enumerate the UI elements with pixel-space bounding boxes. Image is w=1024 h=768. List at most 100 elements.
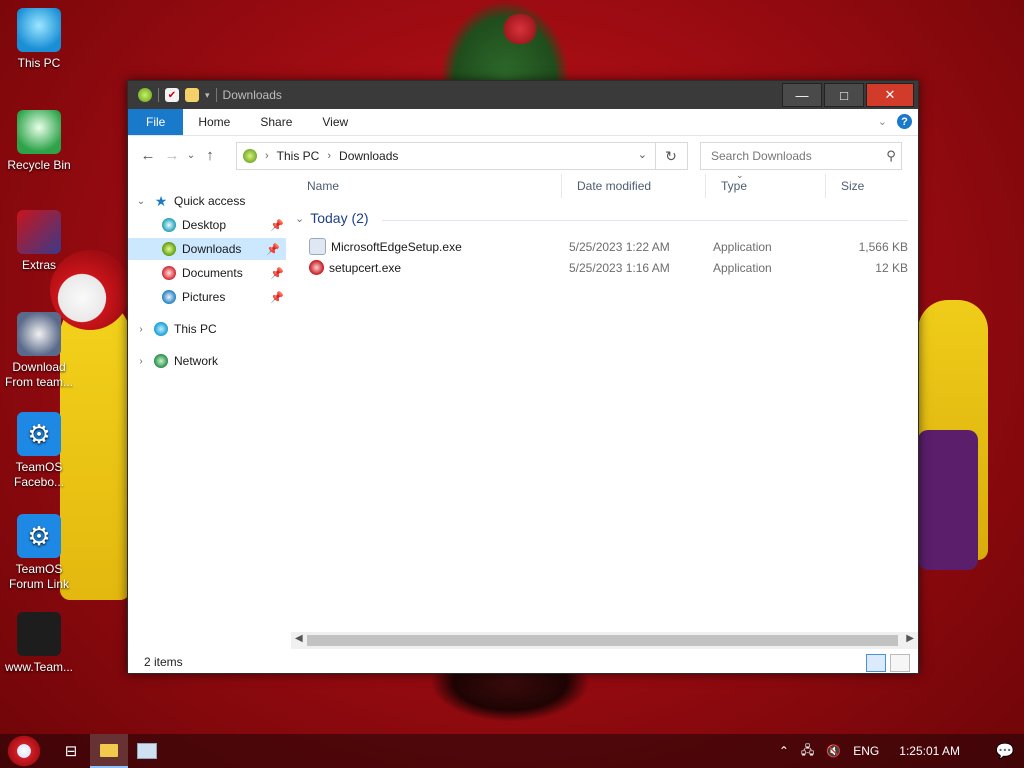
- desktop-icon-label: This PC: [17, 56, 61, 70]
- gear-icon: ⚙: [17, 514, 61, 558]
- desktop-icon-teamos-forum-link[interactable]: ⚙ TeamOS Forum Link: [4, 514, 74, 592]
- file-size: 1,566 KB: [858, 239, 908, 254]
- chevron-right-icon[interactable]: ›: [265, 150, 269, 162]
- start-button[interactable]: [7, 735, 41, 767]
- pin-icon[interactable]: 📌: [270, 219, 284, 232]
- desktop-icon-www-team[interactable]: www.Team...: [4, 612, 74, 675]
- column-header-size[interactable]: Size: [825, 174, 901, 198]
- scroll-left-icon[interactable]: ◀: [295, 633, 303, 644]
- details-view-icon[interactable]: [866, 654, 886, 672]
- column-header-name[interactable]: Name: [291, 174, 562, 198]
- recycle-bin-icon: [17, 110, 61, 154]
- tab-home[interactable]: Home: [183, 109, 245, 135]
- chevron-right-icon[interactable]: ›: [327, 150, 331, 162]
- close-button[interactable]: ✕: [866, 83, 914, 107]
- nav-label: Pictures: [182, 290, 226, 304]
- forward-arrow-icon[interactable]: →: [160, 147, 184, 164]
- group-header-today[interactable]: ⌄ Today (2): [295, 210, 369, 226]
- recent-locations-chevron-icon[interactable]: ⌄: [184, 150, 198, 161]
- breadcrumb-downloads[interactable]: Downloads: [339, 149, 398, 163]
- search-icon[interactable]: ⚲: [881, 148, 901, 164]
- chevron-down-icon[interactable]: ▾: [205, 90, 210, 101]
- file-row-setupcert[interactable]: setupcert.exe 5/25/2023 1:16 AM Applicat…: [305, 257, 908, 278]
- nav-network[interactable]: › Network: [128, 350, 290, 372]
- large-icons-view-icon[interactable]: [890, 654, 910, 672]
- explorer-body: ⌄ ★ Quick access Desktop 📌 Downloads 📌 D…: [128, 170, 918, 651]
- help-icon[interactable]: ?: [897, 114, 912, 129]
- application-file-icon: [309, 260, 324, 275]
- nav-item-documents[interactable]: Documents 📌: [128, 262, 290, 284]
- back-arrow-icon[interactable]: ←: [136, 147, 160, 164]
- extras-icon: [17, 210, 61, 254]
- refresh-icon[interactable]: ↻: [655, 142, 688, 170]
- desktop-icon-recycle-bin[interactable]: Recycle Bin: [4, 110, 74, 173]
- downloads-folder-icon: [243, 149, 257, 163]
- group-divider: [382, 220, 908, 221]
- star-icon: ★: [154, 193, 168, 209]
- wallpaper-minion-right-outfit: [918, 430, 978, 570]
- desktop-icon-teamos-facebook[interactable]: ⚙ TeamOS Facebo...: [4, 412, 74, 490]
- desktop-icon-this-pc[interactable]: This PC: [4, 8, 74, 71]
- column-header-date-modified[interactable]: Date modified: [561, 174, 706, 198]
- view-switcher: [866, 654, 910, 672]
- up-arrow-icon[interactable]: ↑: [198, 147, 222, 164]
- downloads-folder-icon: [162, 242, 176, 256]
- nav-item-downloads[interactable]: Downloads 📌: [128, 238, 286, 260]
- chevron-down-icon[interactable]: ⌄: [295, 212, 304, 225]
- new-folder-icon[interactable]: [185, 88, 199, 102]
- horizontal-scrollbar[interactable]: ◀ ▶: [291, 632, 918, 649]
- search-box: ⚲: [700, 142, 902, 170]
- address-dropdown-chevron-icon[interactable]: ⌄: [638, 148, 647, 161]
- chevron-right-icon[interactable]: ›: [134, 356, 148, 367]
- file-type: Application: [713, 260, 772, 275]
- pin-icon[interactable]: 📌: [270, 267, 284, 280]
- column-header-type[interactable]: Type: [705, 174, 826, 198]
- scroll-right-icon[interactable]: ▶: [906, 633, 914, 644]
- desktop-icon-label: www.Team...: [4, 660, 73, 674]
- breadcrumb: › This PC › Downloads: [243, 149, 398, 163]
- file-row-microsoftedgesetup[interactable]: MicrosoftEdgeSetup.exe 5/25/2023 1:22 AM…: [305, 236, 908, 257]
- properties-icon[interactable]: ✔: [165, 88, 179, 102]
- nav-label: Quick access: [174, 194, 246, 208]
- nav-item-desktop[interactable]: Desktop 📌: [128, 214, 290, 236]
- taskbar-remote-desktop[interactable]: [128, 734, 166, 768]
- address-bar[interactable]: › This PC › Downloads ⌄: [236, 142, 656, 170]
- desktop-icon-download-from-team[interactable]: Download From team...: [4, 312, 74, 390]
- breadcrumb-this-pc[interactable]: This PC: [277, 149, 320, 163]
- speaker-muted-icon[interactable]: 🔇: [826, 744, 841, 758]
- clock[interactable]: 1:25:01 AM: [899, 744, 960, 758]
- pin-icon[interactable]: 📌: [270, 291, 284, 304]
- network-status-icon[interactable]: 🖧: [801, 741, 814, 762]
- pin-icon[interactable]: 📌: [266, 243, 280, 256]
- pictures-folder-icon: [162, 290, 176, 304]
- notification-icon[interactable]: 💬: [986, 742, 1024, 760]
- file-name: MicrosoftEdgeSetup.exe: [331, 239, 462, 254]
- maximize-button[interactable]: □: [824, 83, 864, 107]
- tab-share[interactable]: Share: [245, 109, 307, 135]
- separator: [158, 88, 159, 102]
- scrollbar-thumb[interactable]: [307, 635, 898, 646]
- expand-ribbon-chevron-icon[interactable]: ⌄: [878, 115, 887, 128]
- wallpaper-bow: [500, 14, 540, 44]
- title-bar[interactable]: ✔ ▾ Downloads — □ ✕: [128, 81, 918, 109]
- desktop-icon-label: TeamOS Forum Link: [8, 562, 70, 591]
- gear-icon: ⚙: [17, 412, 61, 456]
- task-view-icon[interactable]: ⊟: [52, 734, 90, 768]
- tab-file[interactable]: File: [128, 109, 184, 135]
- chevron-down-icon[interactable]: ⌄: [134, 196, 148, 207]
- taskbar-file-explorer[interactable]: [90, 734, 128, 768]
- nav-label: This PC: [174, 322, 217, 336]
- nav-quick-access[interactable]: ⌄ ★ Quick access: [128, 190, 290, 212]
- chevron-up-icon[interactable]: ⌃: [779, 744, 789, 758]
- address-row: ← → ⌄ ↑ › This PC › Downloads ⌄ ↻ ⚲: [128, 136, 918, 174]
- minimize-button[interactable]: —: [782, 83, 822, 107]
- nav-item-pictures[interactable]: Pictures 📌: [128, 286, 290, 308]
- search-input[interactable]: [709, 148, 881, 164]
- language-indicator[interactable]: ENG: [853, 744, 879, 758]
- tab-view[interactable]: View: [307, 109, 363, 135]
- app-icon: [138, 88, 152, 102]
- sort-caret-icon: ⌄: [736, 170, 744, 180]
- nav-this-pc[interactable]: › This PC: [128, 318, 290, 340]
- chevron-right-icon[interactable]: ›: [134, 324, 148, 335]
- desktop-icon-extras[interactable]: Extras: [4, 210, 74, 273]
